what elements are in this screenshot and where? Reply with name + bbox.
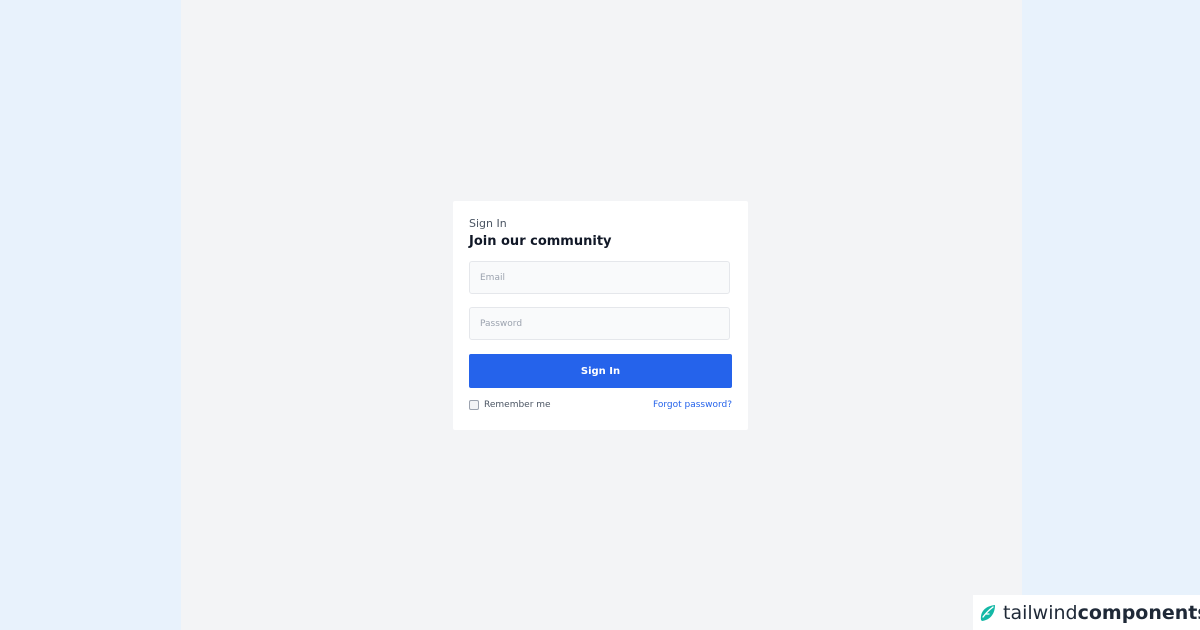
forgot-password-link[interactable]: Forgot password? [653,399,732,411]
sign-in-button[interactable]: Sign In [469,354,732,388]
card-eyebrow: Sign In [469,217,507,230]
email-field[interactable] [469,261,730,294]
page: Sign In Join our community Sign In Remem… [0,0,1200,630]
brand-wordmark: tailwindcomponents [1003,602,1200,624]
remember-me-checkbox[interactable] [469,400,479,410]
password-field[interactable] [469,307,730,340]
tailwindcomponents-badge[interactable]: tailwindcomponents [973,595,1200,630]
brand-name-regular: tailwind [1003,601,1078,624]
sign-in-card: Sign In Join our community Sign In Remem… [453,201,748,430]
brand-name-bold: components [1077,601,1200,624]
remember-me-option[interactable]: Remember me [469,399,551,411]
card-title: Join our community [469,234,612,249]
remember-me-label: Remember me [484,400,551,410]
tailwind-leaf-icon [977,602,999,624]
